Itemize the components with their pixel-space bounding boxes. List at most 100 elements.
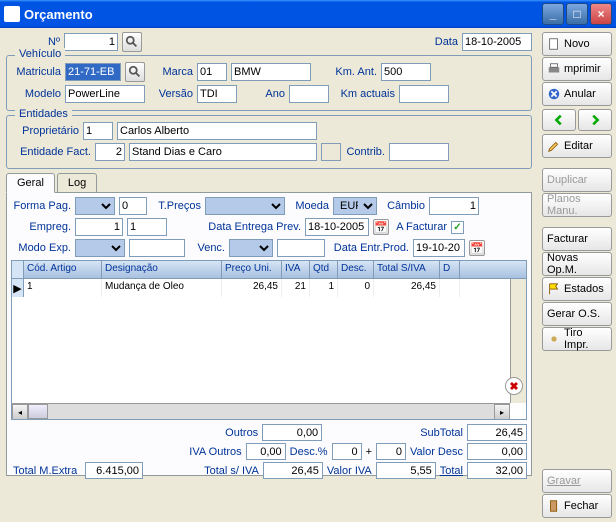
venc-input[interactable]: [277, 239, 325, 257]
descperc2-input[interactable]: [376, 443, 406, 460]
calendar-button[interactable]: 📅: [373, 219, 389, 235]
scroll-right-button[interactable]: ▸: [494, 404, 510, 420]
cambio-input[interactable]: [429, 197, 479, 215]
modo-input[interactable]: [129, 239, 185, 257]
imprimir-button[interactable]: mprimir: [542, 57, 612, 81]
col-tsiva[interactable]: Total S/IVA: [374, 261, 440, 278]
matricula-input[interactable]: [65, 63, 121, 81]
empreg-input2[interactable]: [127, 218, 167, 236]
horizontal-scrollbar[interactable]: ◂ ▸: [12, 403, 510, 419]
close-button[interactable]: ×: [590, 3, 612, 25]
kmact-input[interactable]: [399, 85, 449, 103]
matricula-label: Matricula: [13, 66, 61, 78]
valordesc-input[interactable]: [467, 443, 527, 460]
moeda-select[interactable]: EUR: [333, 197, 377, 215]
prop-code-input[interactable]: [83, 122, 113, 140]
entities-group-label: Entidades: [15, 108, 72, 120]
date-input[interactable]: [462, 33, 532, 51]
search-num-button[interactable]: [122, 32, 142, 52]
vehicle-group: Vehículo Matricula Marca Km. Ant. Modelo…: [6, 55, 532, 111]
app-icon: [4, 6, 20, 22]
totalsiva-input: [263, 462, 323, 479]
col-cod[interactable]: Cód. Artigo: [24, 261, 102, 278]
marca-code-input[interactable]: [197, 63, 227, 81]
entities-group: Entidades Proprietário Entidade Fact. Co…: [6, 115, 532, 169]
tprecos-select[interactable]: [205, 197, 285, 215]
kmant-input[interactable]: [381, 63, 431, 81]
col-d[interactable]: D: [440, 261, 460, 278]
venc-select[interactable]: [229, 239, 273, 257]
facturar-checkbox[interactable]: ✓: [451, 221, 464, 234]
scroll-left-button[interactable]: ◂: [12, 404, 28, 420]
vehicle-group-label: Vehículo: [15, 48, 65, 60]
cambio-label: Câmbio: [381, 200, 425, 212]
delete-row-button[interactable]: ✖: [505, 377, 523, 395]
tab-log[interactable]: Log: [57, 173, 97, 192]
tabs: Geral Log: [6, 173, 532, 192]
calendar-icon: 📅: [470, 242, 484, 255]
col-iva[interactable]: IVA: [282, 261, 310, 278]
dataprod-input[interactable]: [413, 239, 465, 257]
arrow-left-icon: [552, 113, 566, 127]
ivaoutros-input[interactable]: [246, 443, 286, 460]
door-icon: [547, 499, 561, 513]
calendar-button-2[interactable]: 📅: [469, 240, 485, 256]
dataprod-label: Data Entr.Prod.: [329, 242, 409, 254]
geraros-button[interactable]: Gerar O.S.: [542, 302, 612, 326]
dataentrega-input[interactable]: [305, 218, 369, 236]
prop-label: Proprietário: [13, 125, 79, 137]
facturar-button[interactable]: Facturar: [542, 227, 612, 251]
ent-code-input[interactable]: [95, 143, 125, 161]
descperc1-input[interactable]: [332, 443, 362, 460]
maximize-button[interactable]: □: [566, 3, 588, 25]
formapag-label: Forma Pag.: [11, 200, 71, 212]
cancel-icon: [547, 87, 561, 101]
window-title: Orçamento: [24, 7, 540, 22]
magnifier-icon: [128, 65, 142, 79]
total-label: Total: [440, 465, 463, 477]
contrib-input[interactable]: [389, 143, 449, 161]
anular-button[interactable]: Anular: [542, 82, 612, 106]
col-desig[interactable]: Designação: [102, 261, 222, 278]
tiroimpr-button[interactable]: Tiro Impr.: [542, 327, 612, 351]
modo-select[interactable]: [75, 239, 125, 257]
mextra-input: [85, 462, 143, 479]
col-preco[interactable]: Preço Uni.: [222, 261, 282, 278]
formapag-code[interactable]: [119, 197, 147, 215]
estados-button[interactable]: Estados: [542, 277, 612, 301]
tab-geral[interactable]: Geral: [6, 173, 55, 193]
novasopm-button[interactable]: Novas Op.M.: [542, 252, 612, 276]
outros-input[interactable]: [262, 424, 322, 441]
col-qtd[interactable]: Qtd: [310, 261, 338, 278]
next-button[interactable]: [578, 109, 612, 131]
mextra-label: Total M.Extra: [13, 465, 77, 477]
kmant-label: Km. Ant.: [315, 66, 377, 78]
table-row[interactable]: ▶ 1 Mudança de Oleo 26,45 21 1 0 26,45: [12, 279, 526, 297]
calendar-icon: 📅: [374, 221, 388, 234]
fechar-button[interactable]: Fechar: [542, 494, 612, 518]
ent-name-input[interactable]: [129, 143, 317, 161]
prev-button[interactable]: [542, 109, 576, 131]
novo-button[interactable]: Novo: [542, 32, 612, 56]
items-grid[interactable]: Cód. Artigo Designação Preço Uni. IVA Qt…: [11, 260, 527, 420]
ano-input[interactable]: [289, 85, 329, 103]
prop-name-input[interactable]: [117, 122, 317, 140]
num-label: Nº: [6, 36, 60, 48]
empreg-input[interactable]: [75, 218, 123, 236]
versao-input[interactable]: [197, 85, 237, 103]
subtotal-label: SubTotal: [420, 427, 463, 439]
marca-name-input[interactable]: [231, 63, 311, 81]
search-matricula-button[interactable]: [125, 62, 145, 82]
modelo-label: Modelo: [13, 88, 61, 100]
date-label: Data: [435, 36, 458, 48]
gravar-button: Gravar: [542, 469, 612, 493]
editar-button[interactable]: Editar: [542, 134, 612, 158]
venc-label: Venc.: [189, 242, 225, 254]
descperc-label: Desc.%: [290, 446, 328, 458]
num-input[interactable]: [64, 33, 118, 51]
modelo-input[interactable]: [65, 85, 145, 103]
formapag-select[interactable]: [75, 197, 115, 215]
gear-icon: [547, 332, 561, 346]
minimize-button[interactable]: _: [542, 3, 564, 25]
col-desc[interactable]: Desc.: [338, 261, 374, 278]
